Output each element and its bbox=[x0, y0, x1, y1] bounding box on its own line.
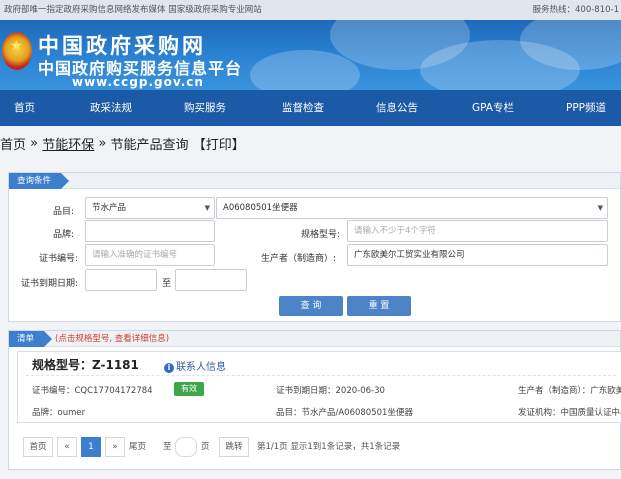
nav-item-gpa[interactable]: GPA专栏 bbox=[472, 90, 514, 126]
breadcrumb-energy-saving[interactable]: 节能环保 bbox=[42, 138, 94, 153]
query-panel: 查询条件 品目: 节水产品 ▼ A06080501坐便器 ▼ 品牌: 规格型号:… bbox=[8, 172, 621, 322]
next-page-button[interactable]: » bbox=[105, 437, 125, 457]
site-url: www.ccgp.gov.cn bbox=[72, 75, 204, 89]
cert-number-value: 证书编号：CQC17704172784 bbox=[32, 386, 153, 396]
first-page-button[interactable]: 首页 bbox=[23, 437, 53, 457]
results-panel-title: 清单 bbox=[9, 331, 53, 347]
item-category-value: 节水产品 bbox=[92, 203, 127, 213]
nav-item-supervision[interactable]: 监督检查 bbox=[282, 90, 324, 126]
model-input[interactable]: 请输入不少于4个字符 bbox=[347, 220, 608, 242]
nav-item-regulations[interactable]: 政采法规 bbox=[90, 90, 132, 126]
expiry-date-from-input[interactable] bbox=[85, 269, 157, 291]
results-panel-header: 清单 (点击规格型号, 查看详细信息) bbox=[9, 331, 620, 347]
jump-button[interactable]: 跳转 bbox=[219, 437, 249, 457]
site-slogan: 政府部唯一指定政府采购信息网络发布媒体 国家级政府采购专业网站 bbox=[4, 5, 262, 15]
manufacturer-label: 生产者（制造商）: bbox=[261, 254, 337, 264]
chevron-down-icon: ▼ bbox=[597, 204, 603, 212]
expiry-date-value: 证书到期日期：2020-06-30 bbox=[276, 386, 385, 396]
service-hotline: 服务热线：400-810-1 bbox=[532, 5, 620, 15]
main-nav: 首页 政采法规 购买服务 监督检查 信息公告 GPA专栏 PPP频道 bbox=[0, 90, 621, 126]
status-badge: 有效 bbox=[174, 382, 204, 396]
nav-item-purchase-services[interactable]: 购买服务 bbox=[184, 90, 226, 126]
expiry-date-to-label: 至 bbox=[162, 279, 172, 289]
brand-input[interactable] bbox=[85, 220, 215, 242]
goto-page-input[interactable] bbox=[175, 437, 197, 457]
cert-number-label: 证书编号: bbox=[39, 254, 79, 264]
info-icon: i bbox=[164, 363, 174, 373]
national-emblem-icon: ★ bbox=[2, 32, 32, 70]
issuer-value: 发证机构：中国质量认证中心 bbox=[518, 408, 621, 418]
item-subcategory-select[interactable]: A06080501坐便器 ▼ bbox=[216, 197, 608, 219]
contact-info-link[interactable]: i 联系人信息 bbox=[164, 358, 226, 373]
breadcrumb-separator: » bbox=[98, 136, 107, 151]
model-label: 规格型号: bbox=[301, 230, 341, 240]
query-panel-header: 查询条件 bbox=[9, 173, 620, 189]
page-1-button[interactable]: 1 bbox=[81, 437, 101, 457]
item-category-select[interactable]: 节水产品 ▼ bbox=[85, 197, 215, 219]
pagination: 首页 « 1 » 尾页 至 页 跳转 第1/1页 显示1到1条记录，共1条记录 bbox=[17, 437, 617, 457]
last-page-button[interactable]: 尾页 bbox=[129, 437, 146, 457]
manufacturer-input[interactable]: 广东欧美尔工贸实业有限公司 bbox=[347, 244, 608, 266]
nav-item-home[interactable]: 首页 bbox=[14, 90, 35, 126]
breadcrumb-home[interactable]: 首页 bbox=[0, 138, 26, 153]
nav-item-announcements[interactable]: 信息公告 bbox=[376, 90, 418, 126]
reset-button[interactable]: 重 置 bbox=[347, 296, 411, 316]
query-panel-title: 查询条件 bbox=[9, 173, 70, 189]
contact-info-label: 联系人信息 bbox=[176, 362, 226, 373]
goto-prefix: 至 bbox=[163, 442, 172, 452]
chevron-down-icon: ▼ bbox=[204, 204, 210, 212]
item-label: 品目: bbox=[53, 207, 75, 217]
category-value: 品目：节水产品/A06080501坐便器 bbox=[276, 408, 413, 418]
results-panel: 清单 (点击规格型号, 查看详细信息) 规格型号：Z-1181 i 联系人信息 证… bbox=[8, 330, 621, 470]
cert-number-input[interactable]: 请输入准确的证书编号 bbox=[85, 244, 215, 266]
manufacturer-value: 生产者（制造商）：广东欧美 bbox=[518, 386, 621, 396]
print-link[interactable]: 【打印】 bbox=[193, 138, 245, 153]
breadcrumb-separator: » bbox=[30, 136, 39, 151]
breadcrumb: 首页 » 节能环保 » 节能产品查询 【打印】 bbox=[0, 134, 245, 156]
page-summary: 第1/1页 显示1到1条记录，共1条记录 bbox=[257, 442, 401, 452]
breadcrumb-current: 节能产品查询 bbox=[110, 138, 189, 153]
brand-label: 品牌: bbox=[53, 230, 75, 240]
brand-value: 品牌：oumer bbox=[32, 408, 86, 418]
prev-page-button[interactable]: « bbox=[57, 437, 77, 457]
result-model-link[interactable]: 规格型号：Z-1181 bbox=[32, 356, 139, 373]
results-hint: (点击规格型号, 查看详细信息) bbox=[55, 334, 170, 344]
item-subcategory-value: A06080501坐便器 bbox=[223, 203, 298, 213]
divider bbox=[26, 375, 616, 376]
nav-item-ppp[interactable]: PPP频道 bbox=[566, 90, 606, 126]
search-button[interactable]: 查 询 bbox=[279, 296, 343, 316]
goto-suffix: 页 bbox=[201, 442, 210, 452]
result-item: 规格型号：Z-1181 i 联系人信息 证书编号：CQC17704172784 有… bbox=[17, 351, 621, 423]
expiry-date-label: 证书到期日期: bbox=[21, 279, 79, 289]
site-banner: ★ 中国政府采购网 中国政府购买服务信息平台 www.ccgp.gov.cn bbox=[0, 20, 621, 90]
expiry-date-to-input[interactable] bbox=[175, 269, 247, 291]
top-info-bar: 政府部唯一指定政府采购信息网络发布媒体 国家级政府采购专业网站 服务热线：400… bbox=[0, 0, 621, 20]
